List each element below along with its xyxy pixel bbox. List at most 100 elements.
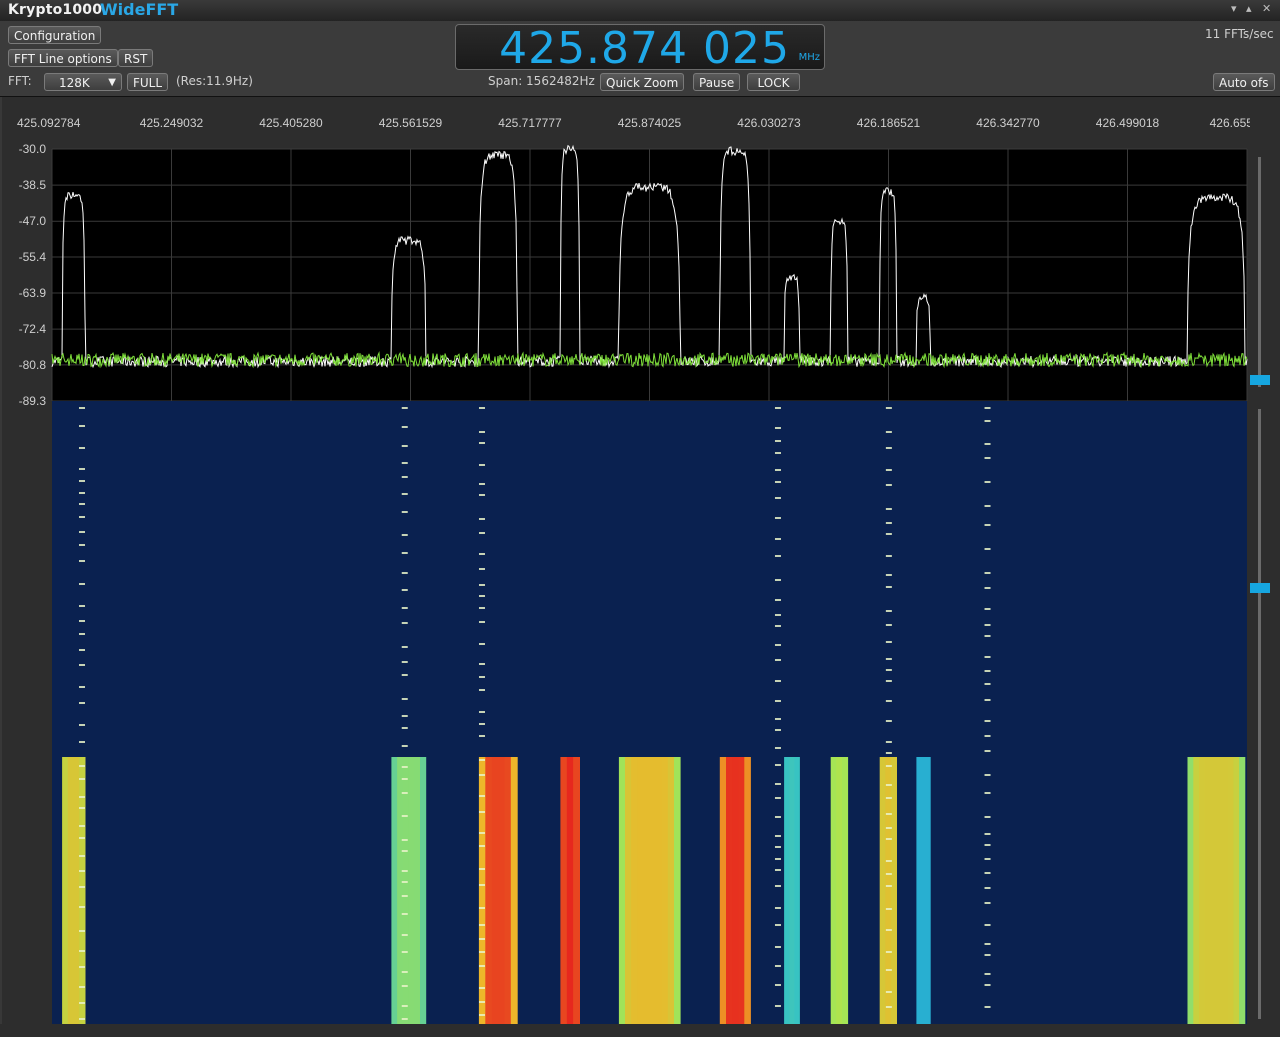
waterfall-carrier-mark <box>401 971 408 973</box>
waterfall-carrier-mark <box>774 835 781 837</box>
waterfall-carrier-mark <box>774 452 781 454</box>
rst-button[interactable]: RST <box>118 49 154 67</box>
waterfall-carrier-mark <box>78 492 85 494</box>
waterfall-carrier-mark <box>78 447 85 449</box>
waterfall-carrier-mark <box>885 1006 892 1008</box>
waterfall-signal-band <box>789 757 795 1024</box>
maximize-icon[interactable]: ▴ <box>1246 2 1252 15</box>
waterfall-carrier-mark <box>984 699 991 701</box>
waterfall-signal-band <box>732 757 739 1024</box>
waterfall-carrier-mark <box>401 572 408 574</box>
waterfall-signal-band <box>649 757 657 1024</box>
spectrum-plot[interactable]: -30.0 -38.5 -47.0 -55.4 -63.9 -72.4 -80.8 -89.3… <box>0 97 1250 1037</box>
resolution-label: (Res:11.9Hz) <box>176 74 253 88</box>
waterfall-signal-band <box>916 757 924 1024</box>
waterfall-carrier-mark <box>478 965 485 967</box>
reference-level-handle[interactable] <box>1250 375 1270 385</box>
waterfall-carrier-mark <box>885 838 892 840</box>
configuration-button[interactable]: Configuration <box>8 26 102 44</box>
waterfall-signal-band <box>618 757 626 1024</box>
waterfall-carrier-mark <box>984 656 991 658</box>
waterfall-carrier-mark <box>885 784 892 786</box>
waterfall-contrast-handle[interactable] <box>1250 583 1270 593</box>
waterfall-carrier-mark <box>401 511 408 513</box>
waterfall-carrier-mark <box>401 476 408 478</box>
waterfall-carrier-mark <box>78 649 85 651</box>
toolbar: Configuration FFT Line options RST FFT: … <box>0 21 1280 97</box>
waterfall-carrier-mark <box>984 735 991 737</box>
waterfall-carrier-mark <box>774 700 781 702</box>
waterfall-carrier-mark <box>984 792 991 794</box>
waterfall-signal-band <box>830 757 837 1024</box>
frequency-tick-label: 425.249032 <box>140 116 204 130</box>
waterfall-carrier-mark <box>478 987 485 989</box>
quick-zoom-button[interactable]: Quick Zoom <box>600 73 685 91</box>
waterfall-signal-band <box>402 757 409 1024</box>
pause-button[interactable]: Pause <box>693 73 741 91</box>
waterfall-signal-band <box>637 757 644 1024</box>
waterfall-carrier-mark <box>78 583 85 585</box>
waterfall-carrier-mark <box>478 663 485 665</box>
waterfall-carrier-mark <box>78 966 85 968</box>
waterfall-carrier-mark <box>401 870 408 872</box>
waterfall-carrier-mark <box>478 532 485 534</box>
waterfall-carrier-mark <box>478 774 485 776</box>
waterfall-carrier-mark <box>78 407 85 409</box>
waterfall-carrier-mark <box>885 741 892 743</box>
waterfall-carrier-mark <box>885 669 892 671</box>
waterfall-carrier-mark <box>774 797 781 799</box>
waterfall-carrier-mark <box>774 497 781 499</box>
waterfall-signal-band <box>491 757 499 1024</box>
close-icon[interactable]: ✕ <box>1262 2 1271 15</box>
waterfall-carrier-mark <box>984 887 991 889</box>
full-button[interactable]: FULL <box>127 73 169 91</box>
waterfall-carrier-mark <box>774 481 781 483</box>
waterfall-carrier-mark <box>78 633 85 635</box>
fft-size-select[interactable]: 128K ▼ <box>44 73 122 91</box>
waterfall-carrier-mark <box>78 664 85 666</box>
waterfall-carrier-mark <box>478 483 485 485</box>
waterfall-signal-band <box>625 757 632 1024</box>
waterfall-carrier-mark <box>78 724 85 726</box>
waterfall-carrier-mark <box>401 881 408 883</box>
waterfall-signal-band <box>1216 757 1223 1024</box>
waterfall-carrier-mark <box>984 943 991 945</box>
waterfall-carrier-mark <box>401 552 408 554</box>
waterfall-carrier-mark <box>478 735 485 737</box>
waterfall-carrier-mark <box>78 796 85 798</box>
span-label: Span: 1562482Hz <box>488 74 595 88</box>
center-frequency: 425.874 025 <box>499 23 790 74</box>
waterfall-carrier-mark <box>401 792 408 794</box>
frequency-tick-label: 425.561529 <box>379 116 443 130</box>
waterfall-carrier-mark <box>401 913 408 915</box>
waterfall-carrier-mark <box>78 765 85 767</box>
waterfall-carrier-mark <box>774 816 781 818</box>
waterfall-signal-band <box>504 757 512 1024</box>
waterfall-carrier-mark <box>774 1005 781 1007</box>
waterfall-signal-band <box>1193 757 1200 1024</box>
db-tick-label: -72.4 <box>19 322 47 336</box>
waterfall-carrier-mark <box>774 680 781 682</box>
waterfall-signal-band <box>1233 757 1240 1024</box>
auto-offset-button[interactable]: Auto ofs <box>1213 73 1275 91</box>
reference-level-track[interactable] <box>1258 157 1261 387</box>
waterfall-carrier-mark <box>984 457 991 459</box>
waterfall-carrier-mark <box>478 621 485 623</box>
fft-line-options-button[interactable]: FFT Line options <box>8 49 118 67</box>
minimize-icon[interactable]: ▾ <box>1231 2 1237 15</box>
waterfall-signal-band <box>573 757 580 1024</box>
waterfall-carrier-mark <box>774 984 781 986</box>
waterfall-carrier-mark <box>78 807 85 809</box>
frequency-display[interactable]: 425.874 025 MHz <box>455 23 825 74</box>
frequency-unit: MHz <box>798 52 820 63</box>
waterfall-signal-band <box>62 757 69 1024</box>
waterfall-carrier-mark <box>774 729 781 731</box>
frequency-tick-label: 425.092784 <box>17 116 81 130</box>
waterfall-carrier-mark <box>885 641 892 643</box>
waterfall-signal-band <box>485 757 493 1024</box>
waterfall-carrier-mark <box>478 845 485 847</box>
waterfall-contrast-track[interactable] <box>1258 409 1261 1019</box>
waterfall-carrier-mark <box>401 674 408 676</box>
db-tick-label: -63.9 <box>19 286 47 300</box>
lock-button[interactable]: LOCK <box>747 73 800 91</box>
